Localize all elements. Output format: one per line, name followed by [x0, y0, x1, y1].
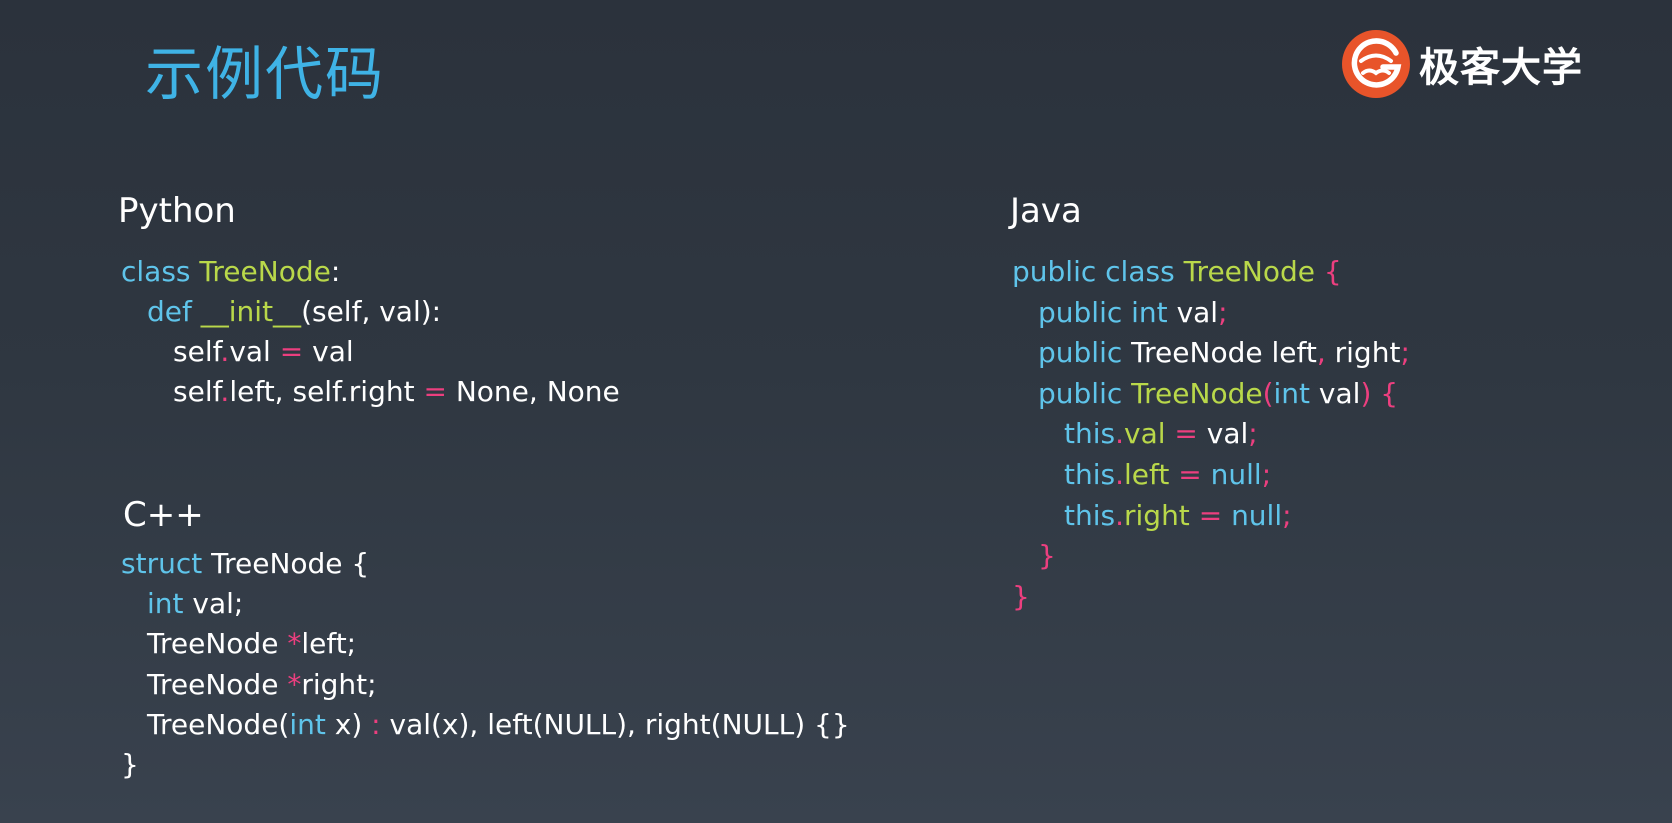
code-token: ; — [1261, 457, 1272, 491]
code-token: = — [279, 335, 304, 368]
code-token: TreeNode — [199, 255, 331, 288]
code-line: self.left, self.right = None, None — [121, 372, 620, 412]
code-token: def — [147, 295, 201, 328]
code-line: this.right = null; — [1012, 496, 1410, 537]
cpp-heading: C++ — [123, 495, 204, 535]
code-token: int — [289, 707, 326, 741]
code-line: } — [1012, 536, 1410, 577]
code-token: . — [1115, 417, 1124, 451]
code-token: val(x), left(NULL), right(NULL) {} — [380, 707, 850, 741]
code-line: def __init__(self, val): — [121, 292, 620, 332]
code-line: TreeNode(int x) : val(x), left(NULL), ri… — [121, 705, 850, 745]
code-token: right — [1124, 498, 1190, 532]
code-token: this — [1064, 457, 1116, 491]
code-token: { — [1314, 255, 1342, 288]
code-token: ( — [1262, 376, 1274, 410]
code-token: TreeNode — [147, 627, 288, 661]
code-token: right; — [301, 667, 377, 701]
code-token: int — [147, 587, 193, 621]
slide-title: 示例代码 — [145, 40, 386, 108]
code-token: , — [1316, 336, 1326, 370]
slide: 示例代码 极客大学 Python class TreeNode: def __i… — [0, 0, 1672, 823]
code-token: TreeNode — [147, 667, 288, 701]
code-line: self.val = val — [121, 332, 620, 372]
code-token: None, None — [446, 375, 620, 408]
code-token: self — [173, 335, 221, 368]
code-token: : — [330, 255, 341, 288]
code-token: * — [287, 667, 302, 701]
code-token: __init__ — [200, 295, 302, 328]
code-line: TreeNode *left; — [121, 624, 850, 664]
code-token: ; — [1248, 417, 1258, 451]
code-token: TreeNode left — [1131, 336, 1317, 370]
java-code-block: public class TreeNode { public int val; … — [1012, 252, 1410, 617]
code-token: this — [1064, 417, 1116, 451]
code-token: val — [1124, 417, 1166, 451]
code-token: val — [1310, 376, 1361, 410]
brand: 极客大学 — [1341, 29, 1583, 99]
code-token: * — [287, 627, 302, 661]
code-token: . — [220, 375, 230, 408]
code-line: public class TreeNode { — [1012, 252, 1410, 293]
code-line: public TreeNode left, right; — [1012, 333, 1410, 374]
code-token: right — [1325, 336, 1401, 370]
code-token: = — [423, 375, 447, 408]
cpp-code-block: struct TreeNode { int val; TreeNode *lef… — [121, 544, 850, 785]
code-line: public TreeNode(int val) { — [1012, 374, 1410, 415]
code-token: this — [1064, 498, 1116, 532]
code-token: left; — [301, 627, 357, 661]
code-token: ; — [1400, 336, 1410, 370]
code-token: (self, val): — [301, 295, 442, 328]
code-line: } — [1012, 577, 1410, 618]
code-token: } — [1012, 579, 1030, 613]
code-token: TreeNode( — [147, 707, 290, 741]
code-token: public int — [1038, 295, 1177, 329]
code-token: int — [1273, 376, 1311, 410]
code-token: = — [1165, 417, 1207, 451]
code-line: struct TreeNode { — [121, 544, 850, 584]
code-token: self — [173, 375, 221, 408]
code-line: } — [121, 745, 850, 785]
code-token: val — [1176, 295, 1219, 329]
code-token: TreeNode { — [211, 547, 370, 580]
code-token: ) { — [1360, 376, 1399, 410]
code-token: val — [229, 335, 280, 368]
code-token: left, self.right — [229, 375, 424, 408]
code-token: left — [1124, 457, 1170, 491]
code-token: val; — [192, 587, 244, 621]
code-token: ; — [1218, 295, 1228, 329]
code-token: . — [220, 335, 230, 368]
code-token: } — [121, 747, 139, 781]
code-token: public class — [1012, 255, 1184, 288]
code-token: public — [1038, 336, 1132, 370]
code-line: public int val; — [1012, 293, 1410, 334]
code-token: : — [371, 707, 381, 741]
code-token: . — [1115, 457, 1124, 491]
code-token: . — [1115, 498, 1124, 532]
java-heading: Java — [1010, 191, 1082, 231]
python-heading: Python — [118, 191, 236, 231]
code-token: TreeNode — [1131, 376, 1263, 410]
code-line: class TreeNode: — [121, 252, 620, 292]
geekbang-logo-icon — [1342, 30, 1410, 98]
code-token: = — [1189, 498, 1232, 532]
python-code-block: class TreeNode: def __init__(self, val):… — [121, 252, 620, 412]
code-token: public — [1038, 376, 1132, 410]
code-line: TreeNode *right; — [121, 665, 850, 705]
code-token: TreeNode — [1183, 255, 1315, 288]
code-line: int val; — [121, 584, 850, 624]
code-token: x) — [325, 707, 372, 741]
code-token: val — [303, 335, 354, 368]
code-token: struct — [121, 547, 212, 580]
code-token: } — [1038, 539, 1056, 573]
code-token: class — [121, 255, 200, 288]
code-token: ; — [1282, 498, 1292, 532]
brand-name: 极客大学 — [1419, 45, 1583, 91]
code-token: null — [1210, 457, 1262, 491]
code-token: null — [1231, 498, 1283, 532]
code-token: val — [1206, 417, 1249, 451]
code-token: = — [1169, 457, 1211, 491]
code-line: this.val = val; — [1012, 414, 1410, 455]
code-line: this.left = null; — [1012, 455, 1410, 496]
